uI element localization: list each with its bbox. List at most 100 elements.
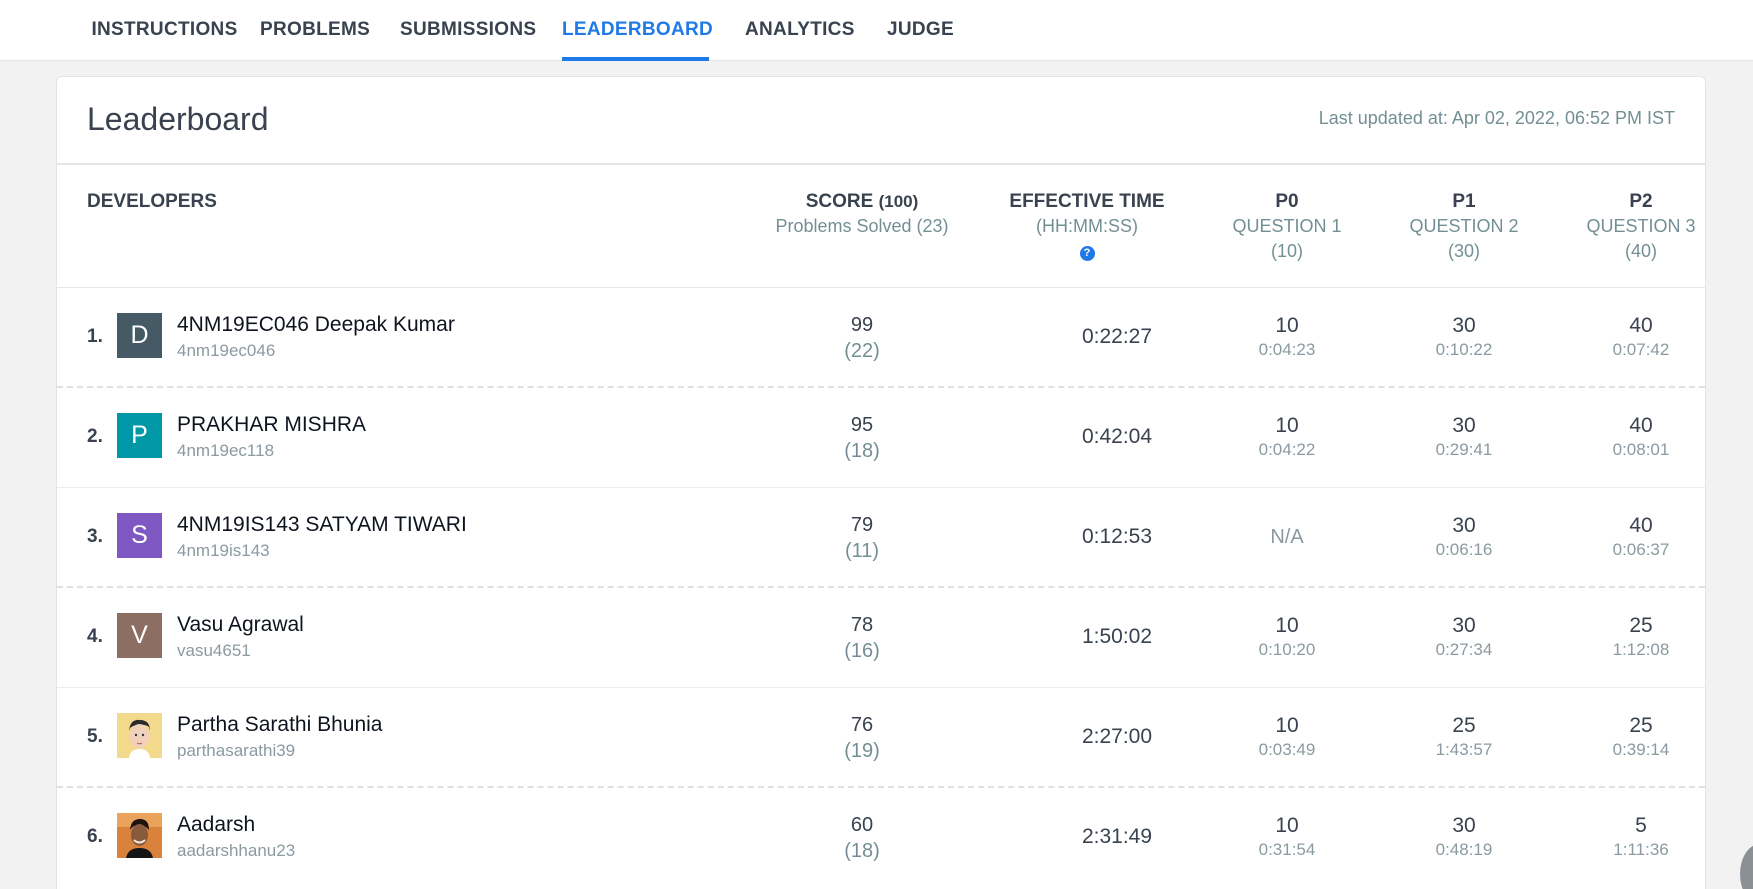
p1-score: 30 xyxy=(1452,514,1476,537)
header-p1[interactable]: P1 QUESTION 2 (30) xyxy=(1384,189,1544,264)
tab-analytics[interactable]: ANALYTICS xyxy=(745,0,854,61)
p1-time: 1:43:57 xyxy=(1435,740,1493,759)
p2-time: 1:11:36 xyxy=(1613,840,1669,859)
developer-username: aadarshhanu23 xyxy=(177,841,296,860)
p2-time: 0:06:37 xyxy=(1612,540,1670,559)
header-p2-code: P2 xyxy=(1629,191,1653,212)
rank: 4. xyxy=(87,626,103,647)
avatar[interactable] xyxy=(117,713,162,758)
header-p1-name: QUESTION 2 xyxy=(1409,216,1519,236)
tab-problems[interactable]: PROBLEMS xyxy=(260,0,370,61)
developer-username: 4nm19is143 xyxy=(177,541,270,560)
header-score[interactable]: SCORE (100) Problems Solved (23) xyxy=(697,189,1027,239)
score-cell: 78 (16) xyxy=(762,612,962,664)
tab-instructions[interactable]: INSTRUCTIONS xyxy=(82,0,247,61)
rank: 6. xyxy=(87,826,103,847)
effective-time: 2:31:49 xyxy=(1081,825,1153,848)
page-title: Leaderboard xyxy=(87,101,269,137)
effective-time: 1:50:02 xyxy=(1081,625,1153,648)
header-effective-time-label: EFFECTIVE TIME xyxy=(1009,191,1165,212)
table-row[interactable]: 4. V Vasu Agrawal vasu4651 78 (16) 1:50:… xyxy=(57,588,1705,688)
developer-username: 4nm19ec046 xyxy=(177,341,276,360)
table-row[interactable]: 2. P PRAKHAR MISHRA 4nm19ec118 95 (18) 0… xyxy=(57,388,1705,488)
header-developers: DEVELOPERS xyxy=(87,189,217,214)
developer-username: parthasarathi39 xyxy=(177,741,296,760)
header-p1-points: (30) xyxy=(1447,241,1480,261)
table-row[interactable]: 5. Partha Sarathi Bhunia parthasarathi39… xyxy=(57,688,1705,788)
score-value: 76 xyxy=(850,714,874,736)
developer-username: 4nm19ec118 xyxy=(177,441,275,460)
p0-not-attempted: N/A xyxy=(1270,526,1304,548)
developer-name[interactable]: Vasu Agrawal xyxy=(177,613,304,637)
p1-time: 0:48:19 xyxy=(1435,840,1493,859)
score-cell: 95 (18) xyxy=(762,412,962,464)
table-row[interactable]: 6. Aadarsh aadarshhanu23 60 (18) 2:31:49… xyxy=(57,788,1705,888)
leaderboard-card: Leaderboard Last updated at: Apr 02, 202… xyxy=(56,76,1706,889)
p1-score: 30 xyxy=(1452,814,1476,837)
p1-time: 0:06:16 xyxy=(1435,540,1493,559)
header-p2-name: QUESTION 3 xyxy=(1586,216,1696,236)
header-time-format: (HH:MM:SS) xyxy=(1036,216,1138,236)
header-problems-solved: Problems Solved (23) xyxy=(775,216,949,236)
developer-name[interactable]: 4NM19EC046 Deepak Kumar xyxy=(177,313,455,337)
p0-time: 0:04:23 xyxy=(1258,340,1316,359)
developer-name[interactable]: 4NM19IS143 SATYAM TIWARI xyxy=(177,513,467,537)
problems-solved-count: (22) xyxy=(844,340,880,362)
tab-leaderboard[interactable]: LEADERBOARD xyxy=(562,0,713,61)
last-updated-text: Last updated at: Apr 02, 2022, 06:52 PM … xyxy=(1318,108,1675,128)
tab-judge[interactable]: JUDGE xyxy=(887,0,954,61)
developer-name[interactable]: Aadarsh xyxy=(177,813,255,837)
score-cell: 79 (11) xyxy=(762,512,962,564)
header-p2-points: (40) xyxy=(1624,241,1657,261)
p0-score: 10 xyxy=(1275,714,1299,737)
p0-time: 0:31:54 xyxy=(1258,840,1316,859)
header-effective-time[interactable]: EFFECTIVE TIME (HH:MM:SS) ? xyxy=(987,189,1187,264)
score-cell: 99 (22) xyxy=(762,312,962,364)
p2-score: 40 xyxy=(1629,314,1653,337)
score-value: 95 xyxy=(850,414,874,436)
problems-solved-count: (18) xyxy=(844,840,880,862)
header-p1-code: P1 xyxy=(1452,191,1476,212)
rank: 5. xyxy=(87,726,103,747)
score-cell: 76 (19) xyxy=(762,712,962,764)
p1-time: 0:27:34 xyxy=(1435,640,1493,659)
problems-solved-count: (18) xyxy=(844,440,880,462)
p2-score: 25 xyxy=(1629,614,1653,637)
p0-score: 10 xyxy=(1275,614,1299,637)
floating-action-button[interactable] xyxy=(1740,844,1753,889)
p1-time: 0:10:22 xyxy=(1435,340,1493,359)
avatar[interactable]: V xyxy=(117,613,162,658)
avatar[interactable]: S xyxy=(117,513,162,558)
p1-score: 30 xyxy=(1452,614,1476,637)
header-p0-name: QUESTION 1 xyxy=(1232,216,1342,236)
table-row[interactable]: 3. S 4NM19IS143 SATYAM TIWARI 4nm19is143… xyxy=(57,488,1705,588)
tab-submissions[interactable]: SUBMISSIONS xyxy=(400,0,536,61)
score-value: 99 xyxy=(850,314,874,336)
p1-score: 25 xyxy=(1452,714,1476,737)
p0-time: 0:10:20 xyxy=(1258,640,1316,659)
score-value: 79 xyxy=(850,514,874,536)
table-row[interactable]: 1. D 4NM19EC046 Deepak Kumar 4nm19ec046 … xyxy=(57,288,1705,388)
question-circle-icon[interactable]: ? xyxy=(1079,246,1095,261)
avatar[interactable]: P xyxy=(117,413,162,458)
header-score-max: (100) xyxy=(878,192,919,211)
developer-name[interactable]: Partha Sarathi Bhunia xyxy=(177,713,382,737)
avatar[interactable] xyxy=(117,813,162,858)
p2-score: 25 xyxy=(1629,714,1653,737)
effective-time: 2:27:00 xyxy=(1081,725,1153,748)
header-p0[interactable]: P0 QUESTION 1 (10) xyxy=(1207,189,1367,264)
p2-time: 0:08:01 xyxy=(1612,440,1670,459)
p2-score: 40 xyxy=(1629,514,1653,537)
p0-time: 0:03:49 xyxy=(1258,740,1316,759)
effective-time: 0:22:27 xyxy=(1081,325,1153,348)
rank: 1. xyxy=(87,326,103,347)
avatar[interactable]: D xyxy=(117,313,162,358)
p2-time: 0:07:42 xyxy=(1612,340,1670,359)
effective-time: 0:42:04 xyxy=(1081,425,1153,448)
header-p0-points: (10) xyxy=(1270,241,1303,261)
header-p2[interactable]: P2 QUESTION 3 (40) xyxy=(1561,189,1721,264)
rank: 2. xyxy=(87,426,103,447)
p2-time: 1:12:08 xyxy=(1612,640,1670,659)
developer-name[interactable]: PRAKHAR MISHRA xyxy=(177,413,366,437)
p2-score: 40 xyxy=(1629,414,1653,437)
